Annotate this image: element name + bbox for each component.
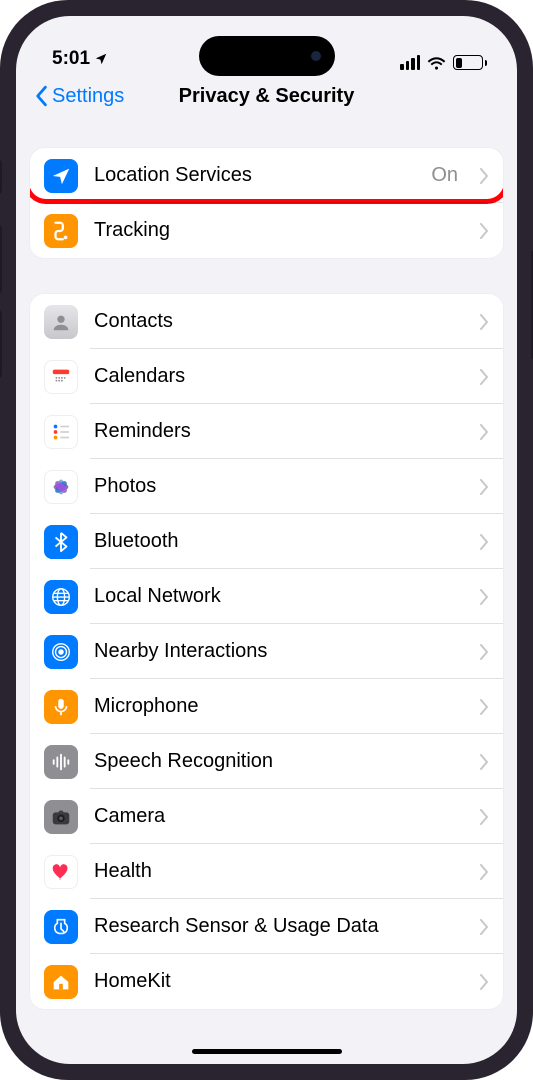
- microphone-icon: [44, 690, 78, 724]
- chevron-right-icon: [480, 314, 489, 330]
- contacts-icon: [44, 305, 78, 339]
- volume-down-button: [0, 310, 2, 378]
- chevron-right-icon: [480, 534, 489, 550]
- battery-icon: 24: [453, 55, 487, 70]
- time-label: 5:01: [52, 48, 90, 70]
- home-icon: [44, 965, 78, 999]
- photos-icon: [44, 470, 78, 504]
- row-label: Microphone: [94, 695, 464, 718]
- row-value: On: [431, 164, 458, 187]
- row-research-sensor[interactable]: Research Sensor & Usage Data: [30, 899, 503, 954]
- settings-content: Location Services On Tracking: [16, 122, 517, 1009]
- chevron-right-icon: [480, 589, 489, 605]
- row-label: HomeKit: [94, 970, 464, 993]
- row-photos[interactable]: Photos: [30, 459, 503, 514]
- row-label: Location Services: [94, 164, 415, 187]
- settings-group-location: Location Services On Tracking: [30, 148, 503, 258]
- nav-bar: Settings Privacy & Security: [16, 74, 517, 122]
- tracking-icon: [44, 214, 78, 248]
- row-local-network[interactable]: Local Network: [30, 569, 503, 624]
- row-location-services[interactable]: Location Services On: [30, 148, 503, 203]
- chevron-right-icon: [480, 168, 489, 184]
- row-label: Photos: [94, 475, 464, 498]
- dynamic-island: [199, 36, 335, 76]
- network-icon: [44, 580, 78, 614]
- location-icon: [44, 159, 78, 193]
- home-indicator[interactable]: [192, 1049, 342, 1054]
- row-label: Local Network: [94, 585, 464, 608]
- mute-switch: [0, 160, 2, 194]
- row-label: Speech Recognition: [94, 750, 464, 773]
- chevron-left-icon: [34, 85, 48, 107]
- row-label: Camera: [94, 805, 464, 828]
- volume-up-button: [0, 225, 2, 293]
- wifi-icon: [427, 55, 446, 70]
- chevron-right-icon: [480, 479, 489, 495]
- chevron-right-icon: [480, 424, 489, 440]
- row-tracking[interactable]: Tracking: [30, 203, 503, 258]
- status-right: 24: [400, 55, 487, 70]
- settings-group-apps: Contacts Calendars Reminders: [30, 294, 503, 1009]
- signal-icon: [400, 55, 420, 70]
- row-homekit[interactable]: HomeKit: [30, 954, 503, 1009]
- row-camera[interactable]: Camera: [30, 789, 503, 844]
- row-label: Contacts: [94, 310, 464, 333]
- screen: 5:01 24: [16, 16, 517, 1064]
- row-health[interactable]: Health: [30, 844, 503, 899]
- row-nearby-interactions[interactable]: Nearby Interactions: [30, 624, 503, 679]
- calendar-icon: [44, 360, 78, 394]
- row-label: Calendars: [94, 365, 464, 388]
- row-reminders[interactable]: Reminders: [30, 404, 503, 459]
- chevron-right-icon: [480, 919, 489, 935]
- row-contacts[interactable]: Contacts: [30, 294, 503, 349]
- row-speech-recognition[interactable]: Speech Recognition: [30, 734, 503, 789]
- row-label: Bluetooth: [94, 530, 464, 553]
- row-label: Research Sensor & Usage Data: [94, 915, 464, 938]
- nearby-icon: [44, 635, 78, 669]
- chevron-right-icon: [480, 864, 489, 880]
- location-indicator-icon: [94, 52, 108, 66]
- row-label: Tracking: [94, 219, 464, 242]
- camera-icon: [44, 800, 78, 834]
- speech-icon: [44, 745, 78, 779]
- row-label: Nearby Interactions: [94, 640, 464, 663]
- chevron-right-icon: [480, 699, 489, 715]
- row-label: Health: [94, 860, 464, 883]
- health-icon: [44, 855, 78, 889]
- chevron-right-icon: [480, 223, 489, 239]
- row-bluetooth[interactable]: Bluetooth: [30, 514, 503, 569]
- research-icon: [44, 910, 78, 944]
- back-button[interactable]: Settings: [34, 85, 124, 108]
- chevron-right-icon: [480, 369, 489, 385]
- reminders-icon: [44, 415, 78, 449]
- bluetooth-icon: [44, 525, 78, 559]
- chevron-right-icon: [480, 644, 489, 660]
- phone-frame: 5:01 24: [0, 0, 533, 1080]
- status-time: 5:01: [52, 48, 108, 70]
- row-microphone[interactable]: Microphone: [30, 679, 503, 734]
- row-calendars[interactable]: Calendars: [30, 349, 503, 404]
- chevron-right-icon: [480, 754, 489, 770]
- chevron-right-icon: [480, 974, 489, 990]
- chevron-right-icon: [480, 809, 489, 825]
- battery-percentage: 24: [454, 57, 482, 68]
- row-label: Reminders: [94, 420, 464, 443]
- back-label: Settings: [52, 85, 124, 108]
